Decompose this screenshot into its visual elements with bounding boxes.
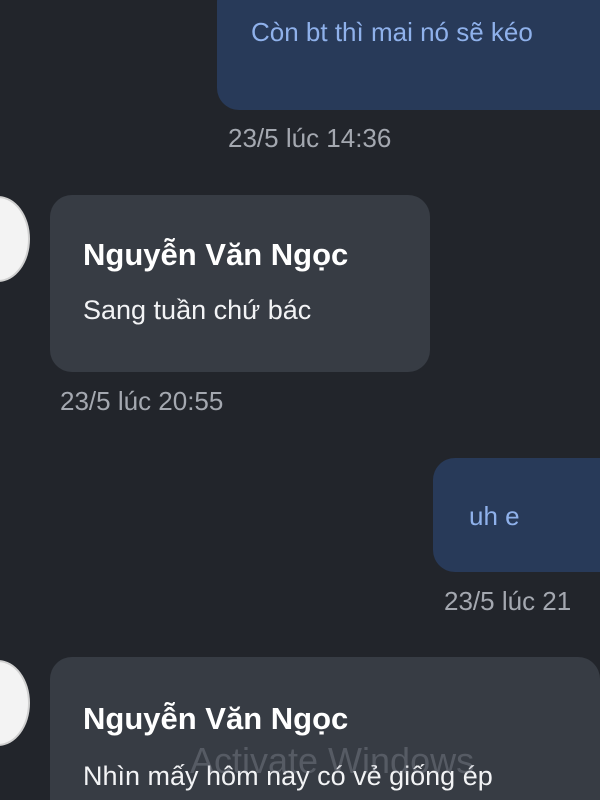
sender-name[interactable]: Nguyễn Văn Ngọc [83, 701, 348, 737]
message-text: uh e [469, 501, 520, 531]
sender-avatar[interactable] [0, 660, 30, 746]
chat-thread[interactable]: Còn bt thì mai nó sẽ kéo 23/5 lúc 14:36 … [0, 0, 600, 800]
message-timestamp: 23/5 lúc 20:55 [60, 386, 224, 416]
message-text: Nhìn mấy hôm nay có vẻ giống ép [83, 761, 493, 791]
incoming-message-bubble[interactable]: Nguyễn Văn Ngọc Nhìn mấy hôm nay có vẻ g… [50, 657, 600, 800]
outgoing-message-bubble[interactable]: uh e [433, 458, 600, 572]
message-timestamp: 23/5 lúc 14:36 [228, 123, 392, 153]
message-text: Còn bt thì mai nó sẽ kéo [251, 17, 533, 47]
message-timestamp: 23/5 lúc 21 [444, 586, 572, 616]
sender-name[interactable]: Nguyễn Văn Ngọc [83, 237, 348, 273]
incoming-message-bubble[interactable]: Nguyễn Văn Ngọc Sang tuần chứ bác [50, 195, 430, 372]
message-text: Sang tuần chứ bác [83, 295, 312, 325]
sender-avatar[interactable] [0, 196, 30, 282]
outgoing-message-bubble[interactable]: Còn bt thì mai nó sẽ kéo [217, 0, 600, 110]
